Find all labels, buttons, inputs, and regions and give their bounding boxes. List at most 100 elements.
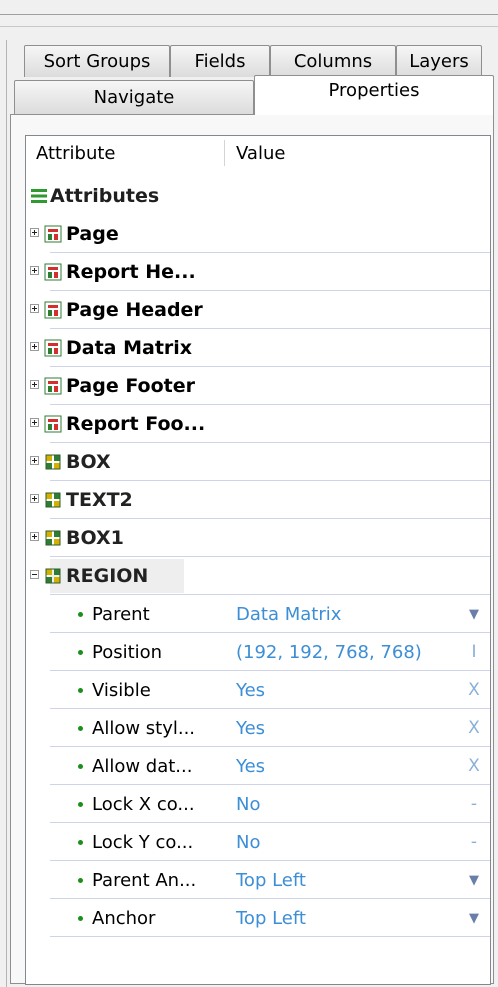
tree-root-attributes[interactable]: Attributes — [26, 177, 490, 215]
attributes-list-icon — [31, 189, 47, 203]
left-frame-edge — [6, 40, 7, 987]
property-name: Parent — [92, 603, 150, 625]
bullet-icon — [78, 878, 83, 883]
property-value[interactable]: Yes — [236, 709, 265, 747]
toggle-x-icon[interactable]: X — [466, 747, 482, 785]
expand-plus-icon[interactable] — [30, 266, 39, 275]
grid-header: Attribute Value — [26, 136, 490, 170]
property-row-allow-style[interactable]: Allow styl... Yes X — [26, 709, 490, 747]
section-icon — [44, 263, 62, 281]
expand-plus-icon[interactable] — [30, 456, 39, 465]
bullet-icon — [78, 764, 83, 769]
toggle-dash-icon[interactable]: - — [466, 823, 482, 861]
property-value[interactable]: Yes — [236, 671, 265, 709]
object-icon — [45, 492, 61, 508]
expand-plus-icon[interactable] — [30, 494, 39, 503]
property-name: Position — [92, 641, 163, 663]
expand-plus-icon[interactable] — [30, 304, 39, 313]
tab-sort-groups[interactable]: Sort Groups — [24, 45, 170, 77]
expand-plus-icon[interactable] — [30, 342, 39, 351]
expand-plus-icon[interactable] — [30, 228, 39, 237]
tab-columns[interactable]: Columns — [270, 45, 396, 77]
section-icon — [44, 415, 62, 433]
dropdown-arrow-icon[interactable]: ▼ — [466, 899, 482, 937]
bullet-icon — [78, 802, 83, 807]
bullet-icon — [78, 726, 83, 731]
property-value[interactable]: Yes — [236, 747, 265, 785]
column-separator[interactable] — [224, 140, 225, 166]
tree-item-label: Page Footer — [66, 375, 195, 397]
property-value[interactable]: Top Left — [236, 861, 306, 899]
property-value[interactable]: No — [236, 823, 260, 861]
property-grid: Attribute Value Attributes Page Report H… — [25, 135, 491, 985]
property-row-parent-anchor[interactable]: Parent An... Top Left ▼ — [26, 861, 490, 899]
dropdown-arrow-icon[interactable]: ▼ — [466, 595, 482, 633]
tree-item-data-matrix[interactable]: Data Matrix — [26, 329, 490, 367]
section-icon — [44, 301, 62, 319]
property-value[interactable]: No — [236, 785, 260, 823]
expand-plus-icon[interactable] — [30, 380, 39, 389]
property-value[interactable]: Data Matrix — [236, 595, 341, 633]
column-header-value[interactable]: Value — [236, 136, 285, 170]
property-row-anchor[interactable]: Anchor Top Left ▼ — [26, 899, 490, 937]
section-icon — [44, 225, 62, 243]
object-icon — [45, 530, 61, 546]
collapse-minus-icon[interactable] — [30, 570, 39, 579]
property-name: Lock X co... — [92, 793, 195, 815]
expand-plus-icon[interactable] — [30, 532, 39, 541]
tree-item-page-header[interactable]: Page Header — [26, 291, 490, 329]
tree-item-report-footer[interactable]: Report Foo... — [26, 405, 490, 443]
section-icon — [44, 339, 62, 357]
properties-panel: Attribute Value Attributes Page Report H… — [10, 114, 494, 985]
toggle-x-icon[interactable]: X — [466, 709, 482, 747]
property-value[interactable]: (192, 192, 768, 768) — [236, 633, 422, 671]
property-row-position[interactable]: Position (192, 192, 768, 768) I — [26, 633, 490, 671]
tab-fields[interactable]: Fields — [170, 45, 270, 77]
tree-item-region[interactable]: REGION — [26, 557, 490, 595]
tree-item-label: TEXT2 — [66, 489, 133, 511]
property-row-visible[interactable]: Visible Yes X — [26, 671, 490, 709]
property-row-parent[interactable]: Parent Data Matrix ▼ — [26, 595, 490, 633]
property-name: Allow styl... — [92, 717, 196, 739]
section-icon — [44, 377, 62, 395]
tree-item-box1[interactable]: BOX1 — [26, 519, 490, 557]
expand-plus-icon[interactable] — [30, 418, 39, 427]
toggle-dash-icon[interactable]: - — [466, 785, 482, 823]
property-name: Allow dat... — [92, 755, 193, 777]
tree-item-label: Report He... — [66, 261, 196, 283]
tree-item-label: Page Header — [66, 299, 203, 321]
bullet-icon — [78, 612, 83, 617]
property-name: Parent An... — [92, 869, 197, 891]
bullet-icon — [78, 688, 83, 693]
tree-item-label: Report Foo... — [66, 413, 206, 435]
bullet-icon — [78, 840, 83, 845]
property-row-allow-data[interactable]: Allow dat... Yes X — [26, 747, 490, 785]
dropdown-arrow-icon[interactable]: ▼ — [466, 861, 482, 899]
object-icon — [45, 454, 61, 470]
tree-item-text2[interactable]: TEXT2 — [26, 481, 490, 519]
property-name: Visible — [92, 679, 151, 701]
window-top-border — [0, 0, 498, 40]
property-row-lock-y[interactable]: Lock Y co... No - — [26, 823, 490, 861]
bullet-icon — [78, 650, 83, 655]
toggle-x-icon[interactable]: X — [466, 671, 482, 709]
tree-item-report-header[interactable]: Report He... — [26, 253, 490, 291]
tree-item-page[interactable]: Page — [26, 215, 490, 253]
column-header-attribute[interactable]: Attribute — [36, 136, 115, 170]
tree-item-label: Data Matrix — [66, 337, 193, 359]
tree-item-page-footer[interactable]: Page Footer — [26, 367, 490, 405]
tree-root-label: Attributes — [50, 185, 160, 207]
tree-item-box[interactable]: BOX — [26, 443, 490, 481]
object-icon — [45, 568, 61, 584]
tree-item-label: REGION — [66, 565, 149, 587]
tab-navigate[interactable]: Navigate — [14, 80, 254, 114]
text-cursor-icon[interactable]: I — [466, 633, 482, 671]
tab-layers[interactable]: Layers — [396, 45, 482, 77]
bullet-icon — [78, 916, 83, 921]
tree-item-label: BOX — [66, 451, 111, 473]
property-name: Anchor — [92, 907, 156, 929]
tree-item-label: Page — [66, 223, 119, 245]
property-row-lock-x[interactable]: Lock X co... No - — [26, 785, 490, 823]
tab-properties[interactable]: Properties — [254, 75, 494, 115]
property-value[interactable]: Top Left — [236, 899, 306, 937]
